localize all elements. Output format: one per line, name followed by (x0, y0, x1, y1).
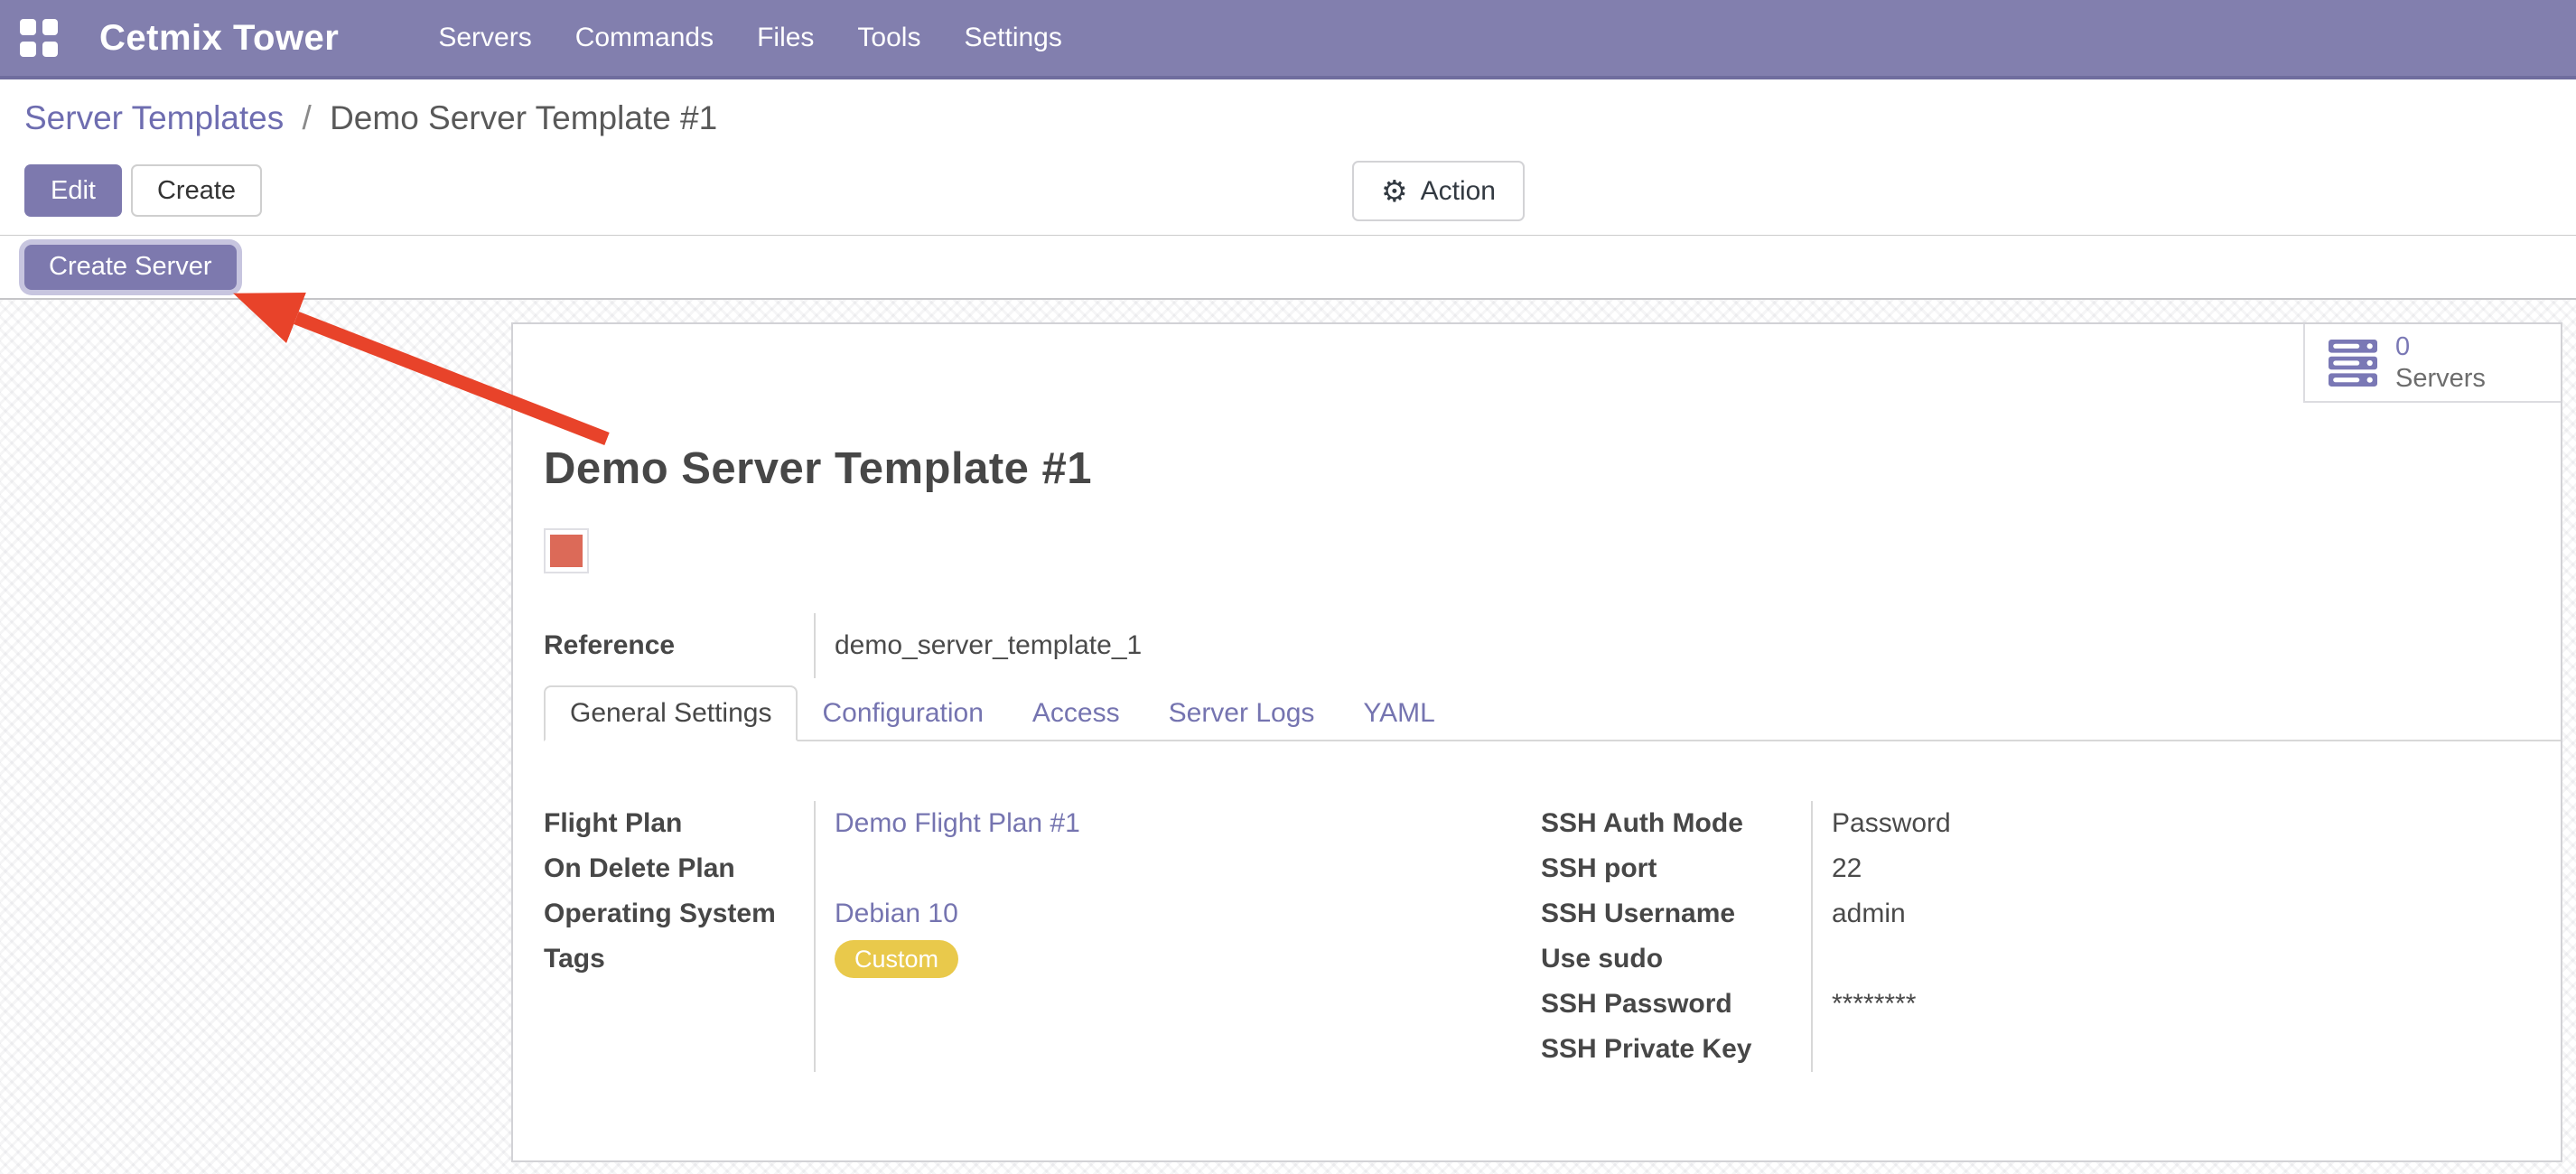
server-template-form-card: 0 Servers Demo Server Template #1 Refere… (511, 322, 2562, 1162)
main-menu: Servers Commands Files Tools Settings (436, 17, 1064, 59)
field-label-tags: Tags (544, 936, 814, 982)
field-label-ssh-password: SSH Password (1541, 982, 1811, 1027)
form-tabs: General Settings Configuration Access Se… (544, 684, 2561, 741)
ssh-group-right: SSH Auth Mode SSH port SSH Username Use … (1541, 801, 2530, 1072)
servers-count: 0 (2395, 331, 2486, 363)
server-stack-icon (2329, 340, 2377, 387)
field-value-ssh-port: 22 (1832, 853, 1862, 884)
field-value-ssh-username: admin (1832, 899, 1906, 929)
field-value-flight-plan[interactable]: Demo Flight Plan #1 (835, 808, 1080, 839)
create-button[interactable]: Create (131, 164, 262, 217)
field-value-operating-system[interactable]: Debian 10 (835, 899, 958, 929)
field-label-flight-plan: Flight Plan (544, 801, 814, 846)
reference-value: demo_server_template_1 (814, 613, 1142, 678)
color-swatch-fill (550, 535, 583, 567)
field-label-operating-system: Operating System (544, 891, 814, 936)
menu-item-tools[interactable]: Tools (855, 17, 922, 59)
action-button[interactable]: ⚙ Action (1352, 161, 1525, 221)
tab-configuration[interactable]: Configuration (798, 685, 1007, 741)
menu-item-files[interactable]: Files (755, 17, 816, 59)
top-navbar: Cetmix Tower Servers Commands Files Tool… (0, 0, 2576, 79)
reference-label: Reference (544, 630, 814, 661)
create-server-button[interactable]: Create Server (24, 245, 237, 290)
breadcrumb-current: Demo Server Template #1 (330, 99, 717, 136)
field-value-ssh-password: ******** (1832, 989, 1916, 1020)
servers-stat-text: 0 Servers (2395, 331, 2486, 395)
field-label-use-sudo: Use sudo (1541, 936, 1811, 982)
action-button-label: Action (1421, 176, 1496, 207)
menu-item-commands[interactable]: Commands (574, 17, 715, 59)
reference-row: Reference demo_server_template_1 (544, 613, 1142, 678)
tab-general-settings[interactable]: General Settings (544, 685, 798, 741)
field-label-on-delete-plan: On Delete Plan (544, 846, 814, 891)
tab-yaml[interactable]: YAML (1339, 685, 1459, 741)
breadcrumb-link-server-templates[interactable]: Server Templates (24, 99, 284, 136)
control-panel-buttons: Edit Create (24, 164, 262, 217)
field-label-ssh-port: SSH port (1541, 846, 1811, 891)
menu-item-servers[interactable]: Servers (436, 17, 533, 59)
servers-stat-button[interactable]: 0 Servers (2303, 324, 2561, 403)
page-title: Demo Server Template #1 (544, 443, 1092, 494)
field-groups: Flight Plan On Delete Plan Operating Sys… (544, 801, 2530, 1072)
apps-menu-icon[interactable] (20, 19, 58, 57)
general-group-left: Flight Plan On Delete Plan Operating Sys… (544, 801, 1541, 1072)
form-statusbar: Create Server (0, 235, 2576, 300)
color-swatch (544, 528, 589, 573)
tag-badge-custom: Custom (835, 940, 958, 978)
tab-access[interactable]: Access (1008, 685, 1144, 741)
field-label-ssh-private-key: SSH Private Key (1541, 1027, 1811, 1072)
breadcrumb: Server Templates / Demo Server Template … (24, 99, 717, 137)
field-label-ssh-username: SSH Username (1541, 891, 1811, 936)
field-label-ssh-auth-mode: SSH Auth Mode (1541, 801, 1811, 846)
gear-icon: ⚙ (1381, 176, 1408, 206)
servers-label: Servers (2395, 363, 2486, 395)
field-value-ssh-auth-mode: Password (1832, 808, 1951, 839)
breadcrumb-separator: / (303, 99, 312, 136)
app-brand[interactable]: Cetmix Tower (99, 18, 339, 59)
tab-server-logs[interactable]: Server Logs (1144, 685, 1339, 741)
edit-button[interactable]: Edit (24, 164, 122, 217)
menu-item-settings[interactable]: Settings (962, 17, 1063, 59)
